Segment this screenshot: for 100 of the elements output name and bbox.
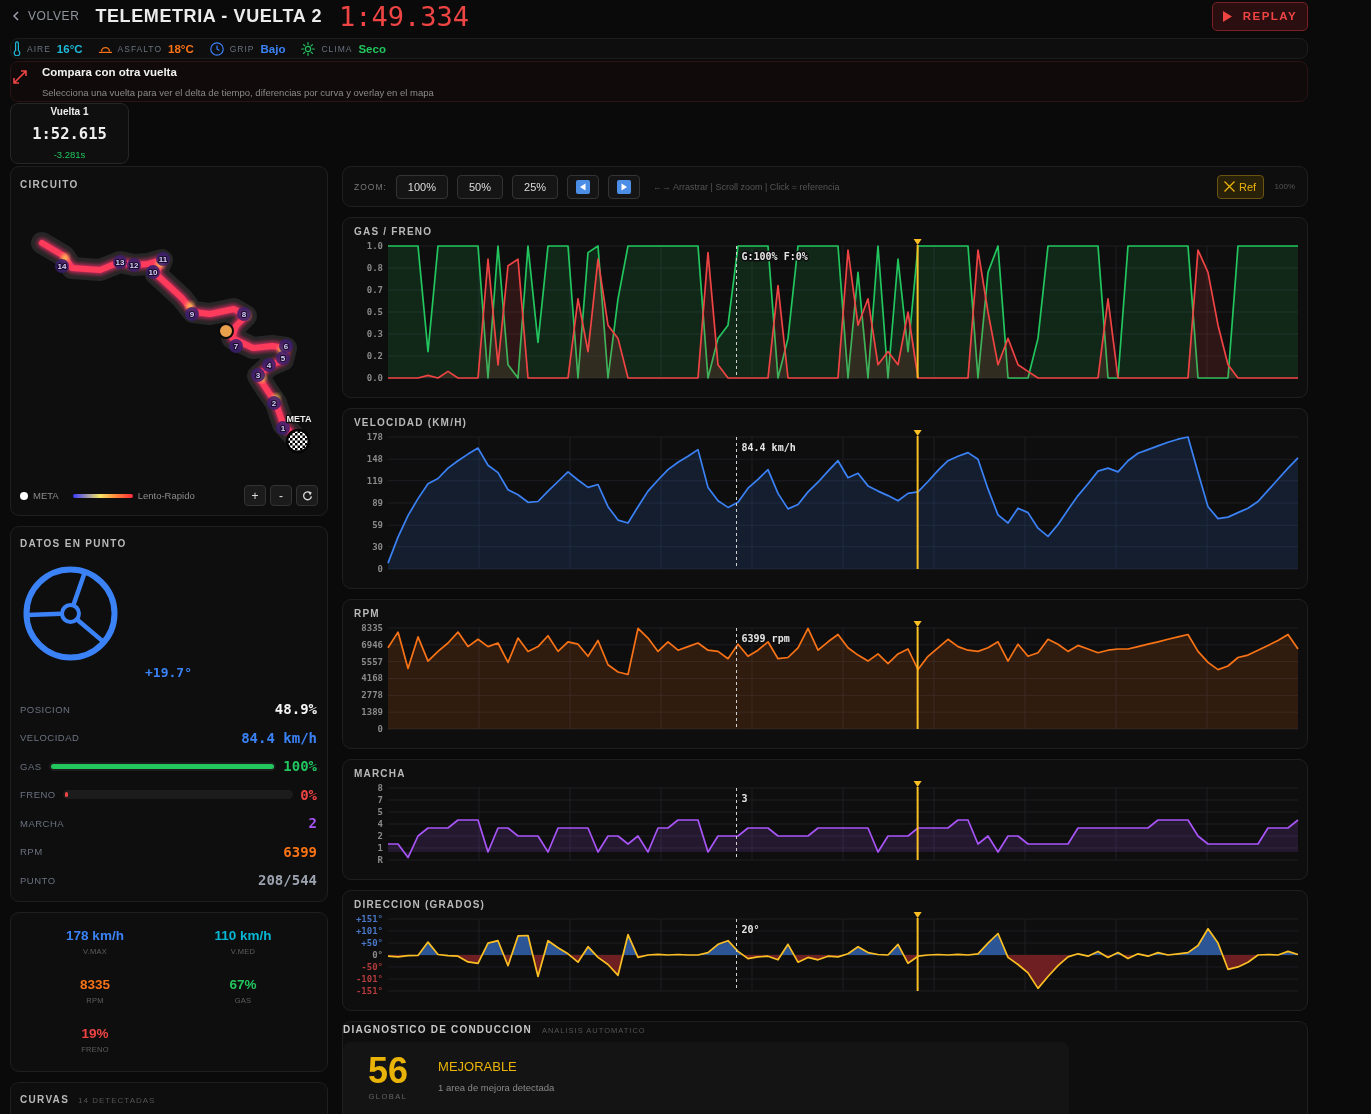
y-axis-label: 2778 [361, 690, 383, 701]
condition-value: 18°C [168, 42, 194, 55]
replay-button[interactable]: REPLAY [1212, 1, 1308, 31]
zoom-option[interactable]: 50% [457, 174, 504, 199]
color-scale-bar [72, 493, 133, 498]
turn-marker: 10 [146, 265, 160, 279]
data-value: 2 [308, 815, 317, 832]
stat-value: 8335 [79, 977, 110, 993]
reset-icon [301, 490, 313, 501]
finish-label: META [286, 414, 312, 424]
y-axis-label: +50° [361, 938, 383, 949]
turn-marker: 4 [262, 358, 276, 372]
y-axis-label: 148 [366, 454, 383, 465]
zoom-option[interactable]: 100% [395, 174, 448, 199]
section-title: DIAGNOSTICO DE CONDUCCION [343, 1024, 532, 1035]
y-axis-label: 119 [366, 475, 383, 486]
legend-label: Lento-Rapido [137, 490, 195, 501]
condition-value: Seco [358, 42, 386, 55]
y-axis-label: 0 [377, 564, 383, 574]
data-value: 208/544 [258, 872, 317, 889]
condition-label: GRIP [229, 43, 255, 54]
data-value: 0% [300, 786, 317, 803]
turn-marker: 13 [113, 255, 127, 269]
back-button[interactable]: VOLVER [10, 9, 80, 23]
turn-marker: 8 [237, 307, 251, 321]
panel-title: DATOS EN PUNTO [20, 538, 128, 550]
curves-count: 14 DETECTADAS [78, 1096, 156, 1105]
car-position-marker [218, 323, 234, 339]
condition-label: AIRE [27, 43, 51, 54]
finish-dot-icon [20, 491, 28, 500]
sun-icon [301, 41, 316, 56]
page-title: TELEMETRIA - VUELTA 2 [95, 5, 322, 27]
y-axis-label: -101° [355, 974, 383, 985]
thermometer-icon [13, 41, 21, 56]
data-value: 48.9% [274, 701, 317, 718]
double-arrow-icon [11, 68, 29, 86]
data-value: 100% [283, 758, 317, 775]
verdict-detail: 1 area de mejora detectada [438, 1082, 555, 1093]
map-zoom-button[interactable]: + [244, 485, 266, 506]
y-axis-label: 5557 [361, 656, 383, 667]
y-axis-label: 0 [377, 724, 383, 734]
y-axis-label: 1389 [361, 707, 383, 718]
y-axis-label: +151° [355, 914, 383, 924]
turn-marker: 2 [267, 396, 281, 410]
condition-label: ASFALTO [117, 43, 163, 54]
turn-marker: 9 [185, 307, 199, 321]
steering-wheel-icon [23, 566, 118, 661]
reset-view-button[interactable] [296, 485, 318, 506]
steering-angle: +19.7° [144, 665, 193, 681]
y-axis-label: 8 [377, 783, 383, 793]
data-value: 6399 [283, 843, 317, 860]
panel-title: CURVAS [20, 1094, 70, 1106]
stat-value: 178 km/h [66, 928, 124, 944]
checkered-flag-icon [285, 428, 311, 454]
data-label: PUNTO [20, 874, 56, 886]
previous-button[interactable] [567, 174, 600, 199]
data-value: 84.4 km/h [241, 729, 317, 746]
close-icon [1223, 181, 1235, 192]
y-axis-label: +101° [355, 925, 383, 936]
cursor-value-label: 6399 rpm [741, 633, 790, 644]
next-button[interactable] [608, 174, 641, 199]
y-axis-label: 0.2 [366, 350, 383, 361]
play-icon [1222, 10, 1232, 22]
lap-time: 1:49.334 [339, 0, 470, 32]
y-axis-label: 0.0 [366, 373, 383, 383]
verdict-label: MEJORABLE [438, 1060, 518, 1074]
y-axis-label: -50° [361, 961, 383, 972]
y-axis-label: R [377, 855, 383, 865]
compare-description: Selecciona una vuelta para ver el delta de tiempo, diferencias por curva y overlay en el mapa [42, 87, 434, 98]
condition-value: Bajo [260, 42, 286, 55]
turn-marker: 3 [251, 368, 265, 382]
cursor-value-label: 3 [741, 793, 748, 804]
zoom-option[interactable]: 25% [512, 174, 559, 199]
stat-value: 110 km/h [214, 928, 272, 944]
y-axis-label: 1 [377, 843, 383, 853]
turn-marker: 1 [276, 421, 290, 435]
turn-marker: 6 [279, 339, 293, 353]
y-axis-label: 5 [377, 807, 383, 817]
y-axis-label: 7 [377, 795, 383, 805]
lap-label: Vuelta 1 [50, 106, 89, 118]
ref-button[interactable]: Ref [1216, 174, 1264, 199]
data-label: POSICION [20, 703, 71, 715]
y-axis-label: 0.7 [366, 284, 383, 295]
legend-label: META [33, 490, 59, 501]
data-label: FRENO [20, 789, 56, 801]
turn-marker: 11 [156, 252, 170, 266]
chart-title: VELOCIDAD (KM/H) [353, 416, 469, 430]
data-label: MARCHA [20, 817, 65, 829]
y-axis-label: 2 [377, 831, 383, 841]
turn-marker: 12 [127, 258, 141, 272]
map-zoom-button[interactable]: - [270, 485, 292, 506]
data-label: VELOCIDAD [20, 732, 80, 744]
chart-title: RPM [353, 607, 381, 621]
lap-card[interactable]: Vuelta 1 1:52.615 -3.281s [10, 103, 129, 164]
y-axis-label: 59 [372, 520, 383, 531]
chart-title: DIRECCION (GRADOS) [353, 898, 487, 912]
data-label: GAS [20, 760, 42, 772]
y-axis-label: -151° [355, 986, 383, 996]
y-axis-label: 4 [377, 819, 383, 829]
turn-marker: 14 [55, 259, 69, 273]
